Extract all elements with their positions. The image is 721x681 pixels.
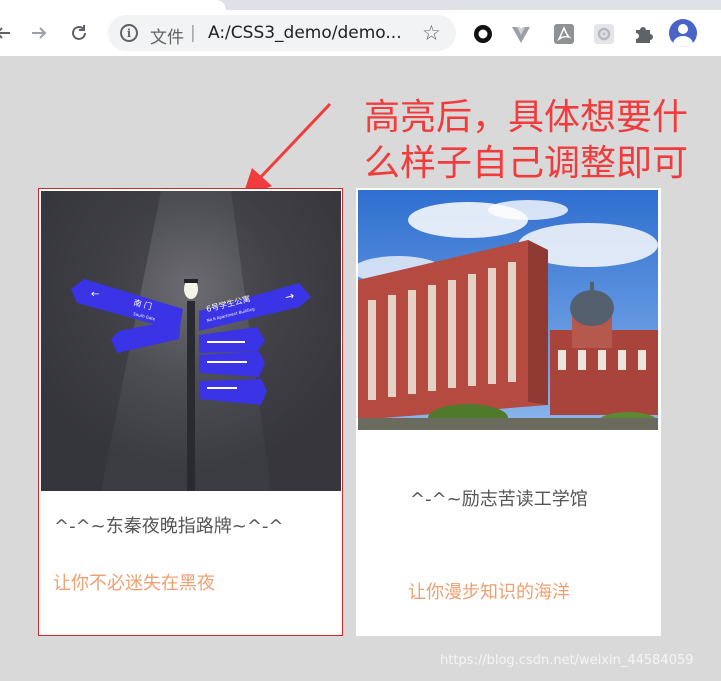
profile-avatar[interactable]	[669, 19, 697, 47]
puzzle-icon[interactable]	[631, 22, 655, 46]
avatar-body	[673, 36, 693, 47]
study-hall-photo	[358, 190, 658, 430]
night-signpost-photo: ← 南 门 South Gate 6号学生公寓 No.6 Apartment B…	[41, 191, 341, 491]
card-study-hall[interactable]: ^-^~励志苦读工学馆 让你漫步知识的海洋	[356, 188, 661, 636]
card-subtitle: 让你漫步知识的海洋	[408, 582, 570, 603]
card-title: ^-^~东秦夜晚指路牌~^-^	[54, 516, 284, 537]
vue-devtools-icon[interactable]	[509, 22, 533, 46]
card-night-sign[interactable]: ← 南 门 South Gate 6号学生公寓 No.6 Apartment B…	[38, 188, 343, 636]
card-subtitle: 让你不必迷失在黑夜	[53, 573, 215, 594]
annotation-text: 高亮后，具体想要什 么样子自己调整即可	[364, 95, 704, 187]
active-tab[interactable]	[0, 0, 226, 10]
red-arrow-icon	[242, 102, 332, 198]
browser-toolbar: i 文件 | A:/CSS3_demo/demo... ☆	[0, 10, 721, 56]
forward-arrow-icon[interactable]	[24, 18, 54, 48]
annotation-line-2: 么样子自己调整即可	[364, 143, 689, 184]
tab-strip	[0, 0, 721, 10]
back-arrow-icon[interactable]	[0, 18, 18, 48]
address-bar[interactable]: i 文件 | A:/CSS3_demo/demo... ☆	[108, 15, 456, 51]
card-title: ^-^~励志苦读工学馆	[410, 489, 588, 510]
settings-extension-icon[interactable]	[592, 22, 616, 46]
url-text[interactable]: A:/CSS3_demo/demo...	[208, 23, 402, 43]
svg-text:←: ←	[91, 289, 99, 300]
bookmark-star-icon[interactable]: ☆	[422, 21, 441, 45]
info-icon[interactable]: i	[120, 24, 138, 42]
avatar-head	[678, 24, 688, 34]
security-label: 文件	[150, 28, 184, 48]
address-separator: |	[190, 23, 196, 43]
acrobat-icon[interactable]	[552, 22, 576, 46]
watermark: https://blog.csdn.net/weixin_44584059	[440, 653, 694, 668]
annotation-line-1: 高亮后，具体想要什	[364, 97, 689, 138]
record-icon[interactable]	[471, 22, 495, 46]
reload-icon[interactable]	[64, 18, 94, 48]
